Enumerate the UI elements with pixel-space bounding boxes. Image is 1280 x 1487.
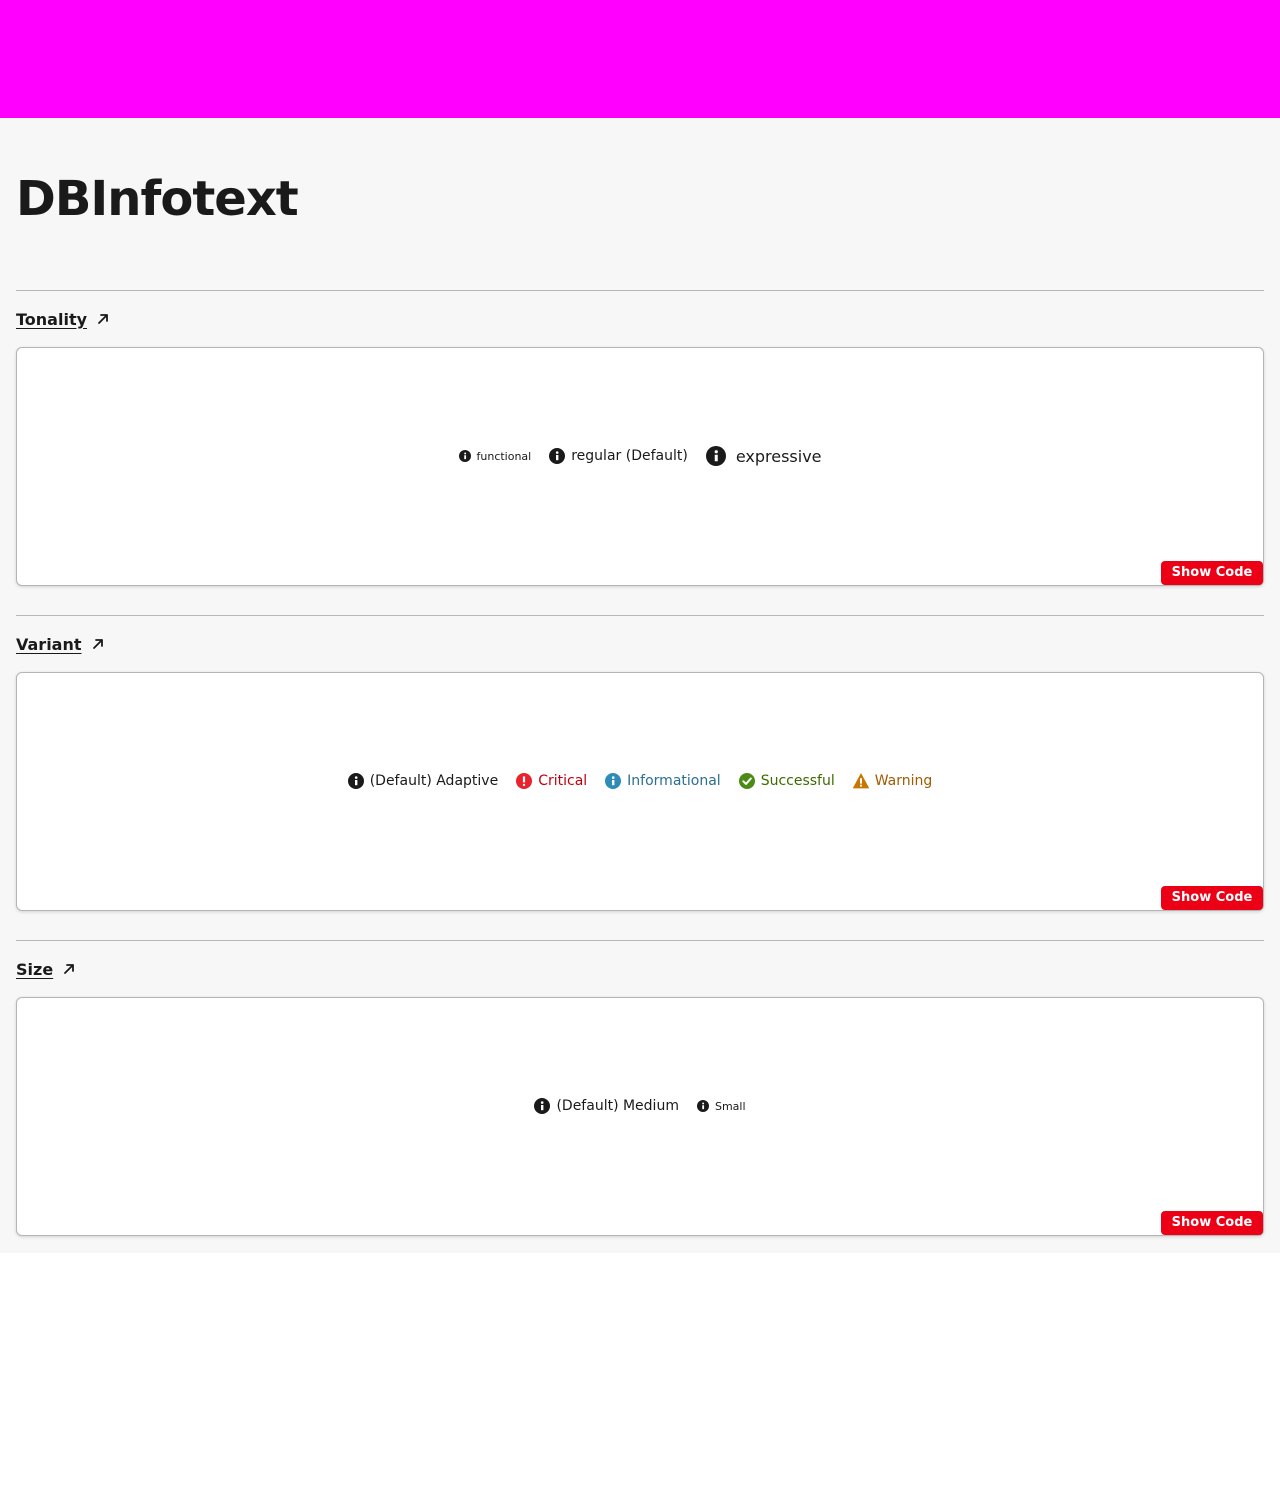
infotext-critical: Critical (516, 773, 587, 789)
arrow-up-right-icon[interactable] (62, 962, 76, 976)
exclamation-icon (516, 773, 533, 789)
infotext-label: (Default) Adaptive (369, 773, 499, 789)
info-icon (696, 1100, 709, 1112)
infotext-regular: regular (Default) (549, 448, 688, 464)
section-link-tonality[interactable]: Tonality (16, 310, 87, 329)
infotext-informational: Informational (605, 773, 721, 789)
section-link-size[interactable]: Size (16, 960, 53, 979)
section-heading: Size (16, 959, 76, 979)
show-code-button[interactable]: Show Code (1161, 1211, 1263, 1235)
infotext-label: (Default) Medium (556, 1098, 679, 1114)
infotext-expressive: expressive (705, 446, 822, 466)
divider (16, 290, 1264, 291)
warning-triangle-icon (852, 773, 869, 789)
infotext-label: Informational (627, 773, 721, 789)
infotext-label: Warning (874, 773, 933, 789)
show-code-button[interactable]: Show Code (1161, 886, 1263, 910)
infotext-functional: functional (458, 449, 532, 463)
infotext-small: Small (696, 1099, 746, 1113)
info-icon (347, 773, 364, 789)
info-icon (534, 1098, 551, 1114)
infotext-successful: Successful (738, 773, 835, 789)
top-banner (0, 0, 1280, 118)
info-icon (458, 450, 471, 462)
section-heading: Tonality (16, 309, 110, 329)
examples-row: (Default) Adaptive Critical Informationa… (17, 769, 1263, 793)
infotext-label: Small (714, 1099, 746, 1113)
show-code-button[interactable]: Show Code (1161, 561, 1263, 585)
section-heading: Variant (16, 634, 105, 654)
info-icon (549, 448, 566, 464)
divider (16, 940, 1264, 941)
example-card-variant: (Default) Adaptive Critical Informationa… (16, 672, 1264, 911)
divider (16, 615, 1264, 616)
check-circle-icon (738, 773, 755, 789)
arrow-up-right-icon[interactable] (91, 637, 105, 651)
infotext-medium: (Default) Medium (534, 1098, 679, 1114)
infotext-label: Successful (760, 773, 835, 789)
page-title: DBInfotext (16, 171, 299, 227)
infotext-warning: Warning (852, 773, 933, 789)
infotext-label: functional (476, 449, 532, 463)
example-card-size: (Default) Medium Small Show Code (16, 997, 1264, 1236)
section-link-variant[interactable]: Variant (16, 635, 82, 654)
infotext-label: Critical (538, 773, 588, 789)
info-icon (705, 446, 726, 466)
examples-row: functional regular (Default) expressive (17, 444, 1263, 468)
infotext-label: regular (Default) (571, 448, 688, 464)
examples-row: (Default) Medium Small (17, 1094, 1263, 1118)
infotext-label: expressive (735, 446, 822, 466)
example-card-tonality: functional regular (Default) expressive (16, 347, 1264, 586)
arrow-up-right-icon[interactable] (96, 312, 110, 326)
info-icon (605, 773, 622, 789)
infotext-adaptive: (Default) Adaptive (347, 773, 499, 789)
